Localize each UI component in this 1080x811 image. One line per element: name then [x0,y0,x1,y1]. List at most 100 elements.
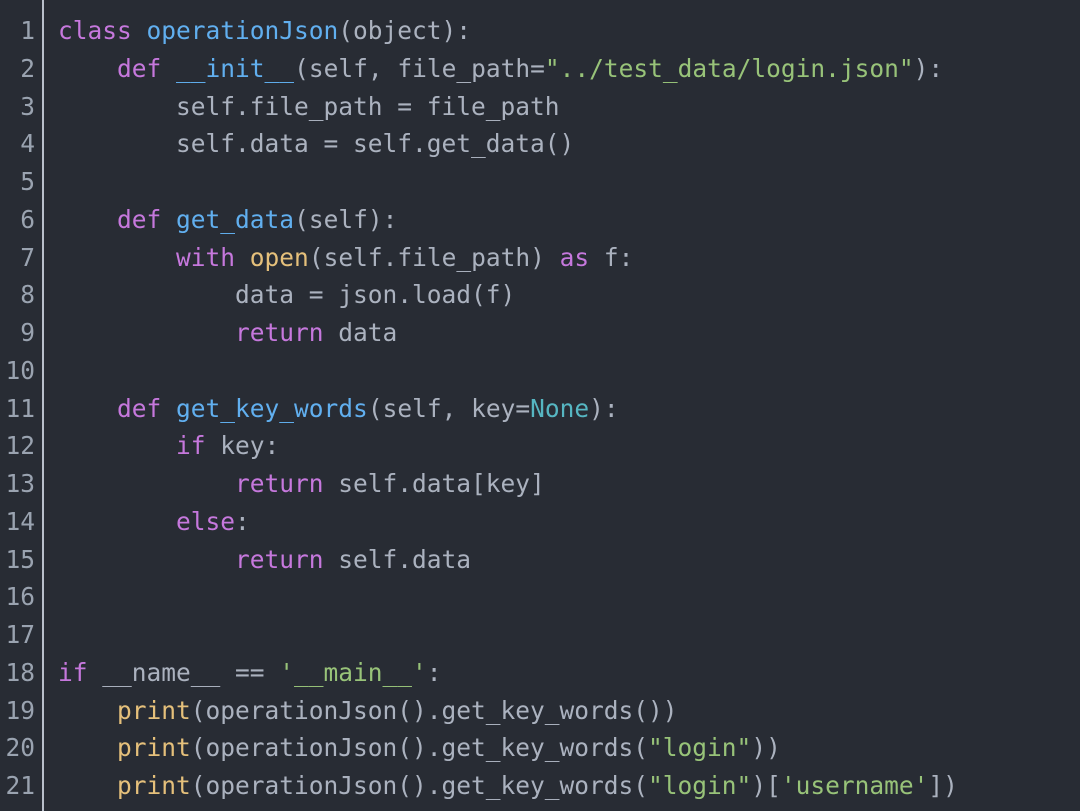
code-token-def [58,507,176,536]
gutter-separator [42,0,44,811]
line-number: 15 [5,544,35,574]
code-token-def: ): [589,393,619,423]
code-line[interactable] [58,163,1080,201]
code-line[interactable]: print(operationJson().get_key_words("log… [58,767,1080,805]
code-line[interactable]: print(operationJson().get_key_words("log… [58,729,1080,767]
code-token-def [58,54,117,83]
code-token-def: : [235,506,250,536]
code-token-bi: print [117,771,191,800]
code-token-def [132,16,147,45]
code-token-str: "../test_data/login.json" [544,53,914,83]
line-number: 18 [5,657,35,687]
code-token-def: self.data [323,544,472,574]
code-token-def: data = json.load(f) [58,280,516,310]
code-token-def [58,205,117,234]
code-line[interactable]: self.file_path = file_path [58,88,1080,126]
code-token-def [58,696,117,725]
code-token-def [58,243,176,272]
code-token-kw: return [235,544,324,574]
code-token-fn: get_key_words [176,393,368,423]
code-token-def [58,469,235,498]
code-token-str: "login" [648,733,752,763]
line-number-gutter: 1 2 3 4 5 6 7 8 9 10 11 12 13 14 15 16 17 18 19 20 21 [0,0,44,811]
line-number: 10 [5,355,35,385]
code-line[interactable] [58,578,1080,616]
code-token-def: ]) [928,771,958,800]
code-editor[interactable]: 1 2 3 4 5 6 7 8 9 10 11 12 13 14 15 16 17 18 19 20 21 class … [0,0,1080,811]
code-line[interactable]: data = json.load(f) [58,276,1080,314]
code-line[interactable]: else: [58,503,1080,541]
code-token-def: key: [205,431,280,461]
code-line[interactable]: def get_key_words(self, key=None): [58,390,1080,428]
line-number: 6 [20,204,35,234]
code-line[interactable]: return self.data [58,541,1080,579]
code-token-def [161,205,176,234]
code-line[interactable]: def get_data(self): [58,201,1080,239]
code-token-kw: return [235,318,324,347]
code-line[interactable]: def __init__(self, file_path="../test_da… [58,50,1080,88]
code-token-kw: class [58,16,132,45]
line-number: 19 [5,695,35,725]
code-token-def: (self.file_path) [308,242,560,272]
code-line[interactable]: return data [58,314,1080,352]
code-token-fn: get_data [176,204,295,234]
code-token-bi: print [117,733,191,763]
code-token-def [58,733,117,762]
code-token-def [58,771,117,800]
code-token-def: )) [751,733,781,763]
code-line[interactable]: with open(self.file_path) as f: [58,239,1080,277]
code-token-fn: __init__ [176,53,295,83]
code-line[interactable]: if __name__ == '__main__': [58,654,1080,692]
code-token-def [58,394,117,423]
code-token-def [58,431,176,460]
line-number: 5 [20,167,35,196]
code-token-def: self.file_path = file_path [58,91,560,121]
code-token-def: data [323,318,398,347]
code-token-def: (operationJson().get_key_words( [190,771,649,800]
code-token-kw: if [58,657,88,687]
code-token-bi: open [249,242,309,272]
code-token-def: (operationJson().get_key_words()) [190,695,678,725]
line-number-list: 1 2 3 4 5 6 7 8 9 10 11 12 13 14 15 16 17 18 19 20 21 [0,12,44,805]
line-number: 2 [20,53,35,83]
code-token-kw: if [176,431,206,461]
code-token-def: ): [913,53,944,83]
code-line[interactable] [58,616,1080,654]
code-token-def: self.data[key] [323,469,545,498]
code-line[interactable]: return self.data[key] [58,465,1080,503]
code-token-def [58,545,235,574]
line-number: 17 [5,620,35,649]
code-token-kw: with [176,242,236,272]
code-token-fn: operationJson [146,16,339,45]
line-number: 12 [5,431,35,461]
code-token-def: (self, file_path= [294,53,545,83]
code-token-str: 'username' [780,771,929,800]
code-content[interactable]: class operationJson(object): def __init_… [44,0,1080,811]
code-token-def [161,54,176,83]
line-number: 1 [20,16,35,45]
line-number: 20 [5,733,35,763]
code-token-def: (self, key= [367,393,531,423]
code-line[interactable]: print(operationJson().get_key_words()) [58,692,1080,730]
code-line[interactable] [58,352,1080,390]
code-token-def: self.data = self.get_data() [58,129,575,159]
code-token-def: (object): [338,16,472,45]
code-token-bi: print [117,695,191,725]
line-number: 9 [20,318,35,347]
code-token-kw: else [176,506,236,536]
code-token-def [235,243,250,272]
code-token-def [161,394,176,423]
code-token-kw: as [559,242,590,272]
code-token-def: )[ [751,771,781,800]
line-number: 7 [20,242,35,272]
code-token-def: (self): [294,204,398,234]
code-token-def: f: [589,242,634,272]
line-number: 8 [20,280,35,310]
code-token-def: __name__ == [87,657,280,687]
code-token-const: None [530,393,590,423]
code-token-def: : [426,657,442,687]
code-line[interactable]: self.data = self.get_data() [58,125,1080,163]
code-line[interactable]: if key: [58,427,1080,465]
line-number: 13 [5,469,35,498]
code-line[interactable]: class operationJson(object): [58,12,1080,50]
